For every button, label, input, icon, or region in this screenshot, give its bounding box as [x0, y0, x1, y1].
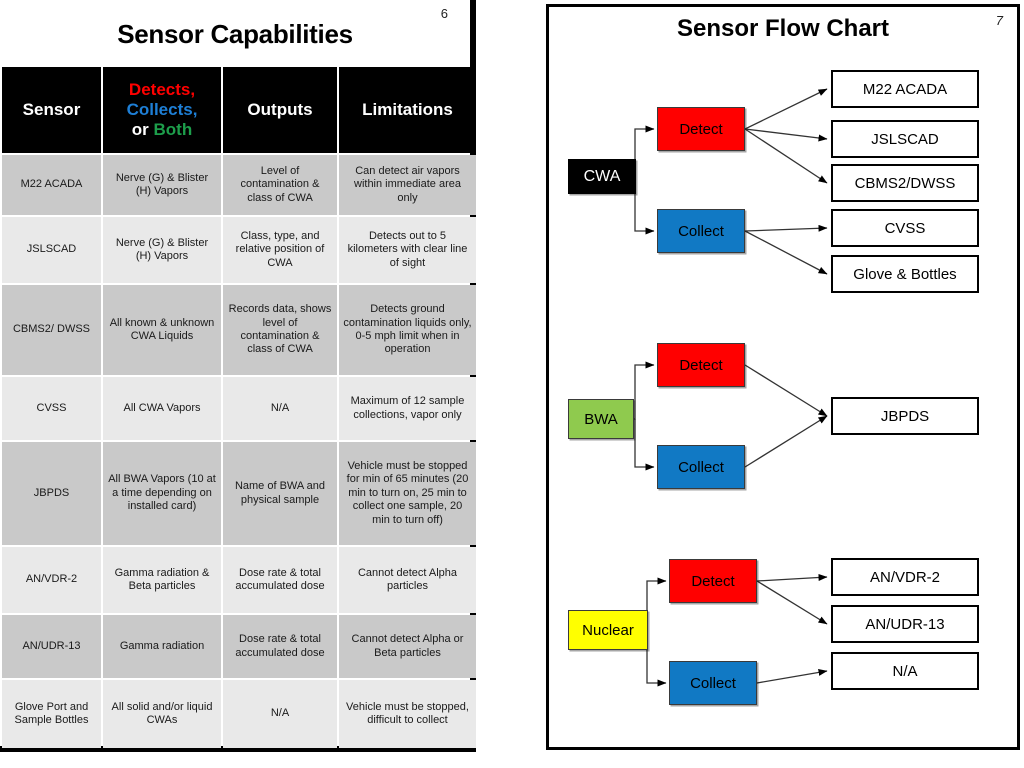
flow-source-cwa: CWA	[568, 159, 636, 194]
cell-sensor-name: M22 ACADA	[2, 155, 101, 215]
cell-limitations: Detects ground contamination liquids onl…	[339, 285, 476, 375]
cell-limitations: Detects out to 5 kilometers with clear l…	[339, 217, 476, 283]
cell-outputs: Name of BWA and physical sample	[223, 442, 337, 545]
table-row: JSLSCAD Nerve (G) & Blister (H) Vapors Cla…	[2, 217, 476, 283]
cell-agent-detected: Gamma radiation & Beta particles	[103, 547, 221, 613]
flow-output-jslscad: JSLSCAD	[831, 120, 979, 158]
cell-outputs: N/A	[223, 680, 337, 748]
flow-action-detect-1: Detect	[657, 343, 745, 387]
cell-agent-detected: Nerve (G) & Blister (H) Vapors	[103, 217, 221, 283]
table-row: AN/VDR-2 Gamma radiation & Beta particles…	[2, 547, 476, 613]
flow-action-collect-1: Collect	[657, 445, 745, 489]
slide-page-number: 6	[440, 6, 448, 21]
table-row: Glove Port and Sample Bottles All solid a…	[2, 680, 476, 748]
table-row: M22 ACADA Nerve (G) & Blister (H) Vapors L…	[2, 155, 476, 215]
cell-limitations: Maximum of 12 sample collections, vapor …	[339, 377, 476, 440]
table-row: AN/UDR-13 Gamma radiation Dose rate & tota…	[2, 615, 476, 678]
flow-action-detect-2: Detect	[669, 559, 757, 603]
cell-limitations: Cannot detect Alpha or Beta particles	[339, 615, 476, 678]
table-row: JBPDS All BWA Vapors (10 at a time depend…	[2, 442, 476, 545]
column-header-sensor: Sensor	[2, 67, 101, 153]
cell-agent-detected: All BWA Vapors (10 at a time depending o…	[103, 442, 221, 545]
flow-output-glove-bottles: Glove & Bottles	[831, 255, 979, 293]
cell-limitations: Vehicle must be stopped, difficult to co…	[339, 680, 476, 748]
cell-limitations: Vehicle must be stopped for min of 65 mi…	[339, 442, 476, 545]
flow-output-cbms2-dwss: CBMS2/DWSS	[831, 164, 979, 202]
cell-outputs: N/A	[223, 377, 337, 440]
cell-sensor-name: AN/VDR-2	[2, 547, 101, 613]
flow-source-bwa: BWA	[568, 399, 634, 439]
cell-agent-detected: All CWA Vapors	[103, 377, 221, 440]
flow-action-collect-2: Collect	[669, 661, 757, 705]
flow-action-collect-0: Collect	[657, 209, 745, 253]
table-row: CVSS All CWA Vapors N/A Maximum of 12 sampl…	[2, 377, 476, 440]
page-title: Sensor Capabilities	[117, 18, 353, 49]
cell-outputs: Class, type, and relative position of CW…	[223, 217, 337, 283]
column-header-outputs: Outputs	[223, 67, 337, 153]
column-header-detects-collects-both: Detects, Collects, or Both	[103, 67, 221, 153]
flow-action-detect-0: Detect	[657, 107, 745, 151]
cell-outputs: Dose rate & total accumulated dose	[223, 547, 337, 613]
cell-agent-detected: Nerve (G) & Blister (H) Vapors	[103, 155, 221, 215]
cell-limitations: Cannot detect Alpha particles	[339, 547, 476, 613]
sensor-flow-chart-slide: Sensor Flow Chart 7 CWA Detect Collect M22 …	[546, 4, 1020, 750]
sensor-capabilities-slide: Sensor Capabilities 6 Sensor Detects, Co…	[0, 0, 476, 752]
flow-output-n-a: N/A	[831, 652, 979, 690]
cell-sensor-name: Glove Port and Sample Bottles	[2, 680, 101, 748]
header-collects-text: Collects,	[126, 100, 198, 119]
cell-agent-detected: All solid and/or liquid CWAs	[103, 680, 221, 748]
cell-sensor-name: JSLSCAD	[2, 217, 101, 283]
cell-agent-detected: All known & unknown CWA Liquids	[103, 285, 221, 375]
cell-sensor-name: JBPDS	[2, 442, 101, 545]
cell-sensor-name: CBMS2/ DWSS	[2, 285, 101, 375]
flow-output-jbpds: JBPDS	[831, 397, 979, 435]
cell-agent-detected: Gamma radiation	[103, 615, 221, 678]
cell-outputs: Level of contamination & class of CWA	[223, 155, 337, 215]
flow-output-cvss: CVSS	[831, 209, 979, 247]
cell-outputs: Dose rate & total accumulated dose	[223, 615, 337, 678]
cell-sensor-name: AN/UDR-13	[2, 615, 101, 678]
header-or-text: or	[131, 120, 154, 139]
cell-limitations: Can detect air vapors within immediate a…	[339, 155, 476, 215]
flow-source-nuclear: Nuclear	[568, 610, 648, 650]
cell-sensor-name: CVSS	[2, 377, 101, 440]
header-both-text: Both	[153, 120, 193, 139]
flow-output-an-vdr-2: AN/VDR-2	[831, 558, 979, 596]
flow-output-an-udr-13: AN/UDR-13	[831, 605, 979, 643]
header-detects-text: Detects,	[128, 80, 196, 99]
column-header-limitations: Limitations	[339, 67, 476, 153]
sensor-capabilities-table: Sensor Detects, Collects, or Both Output…	[0, 65, 478, 750]
table-row: CBMS2/ DWSS All known & unknown CWA Liqui…	[2, 285, 476, 375]
flow-output-m22-acada: M22 ACADA	[831, 70, 979, 108]
cell-outputs: Records data, shows level of contaminati…	[223, 285, 337, 375]
table-header-row: Sensor Detects, Collects, or Both Output…	[2, 67, 476, 153]
